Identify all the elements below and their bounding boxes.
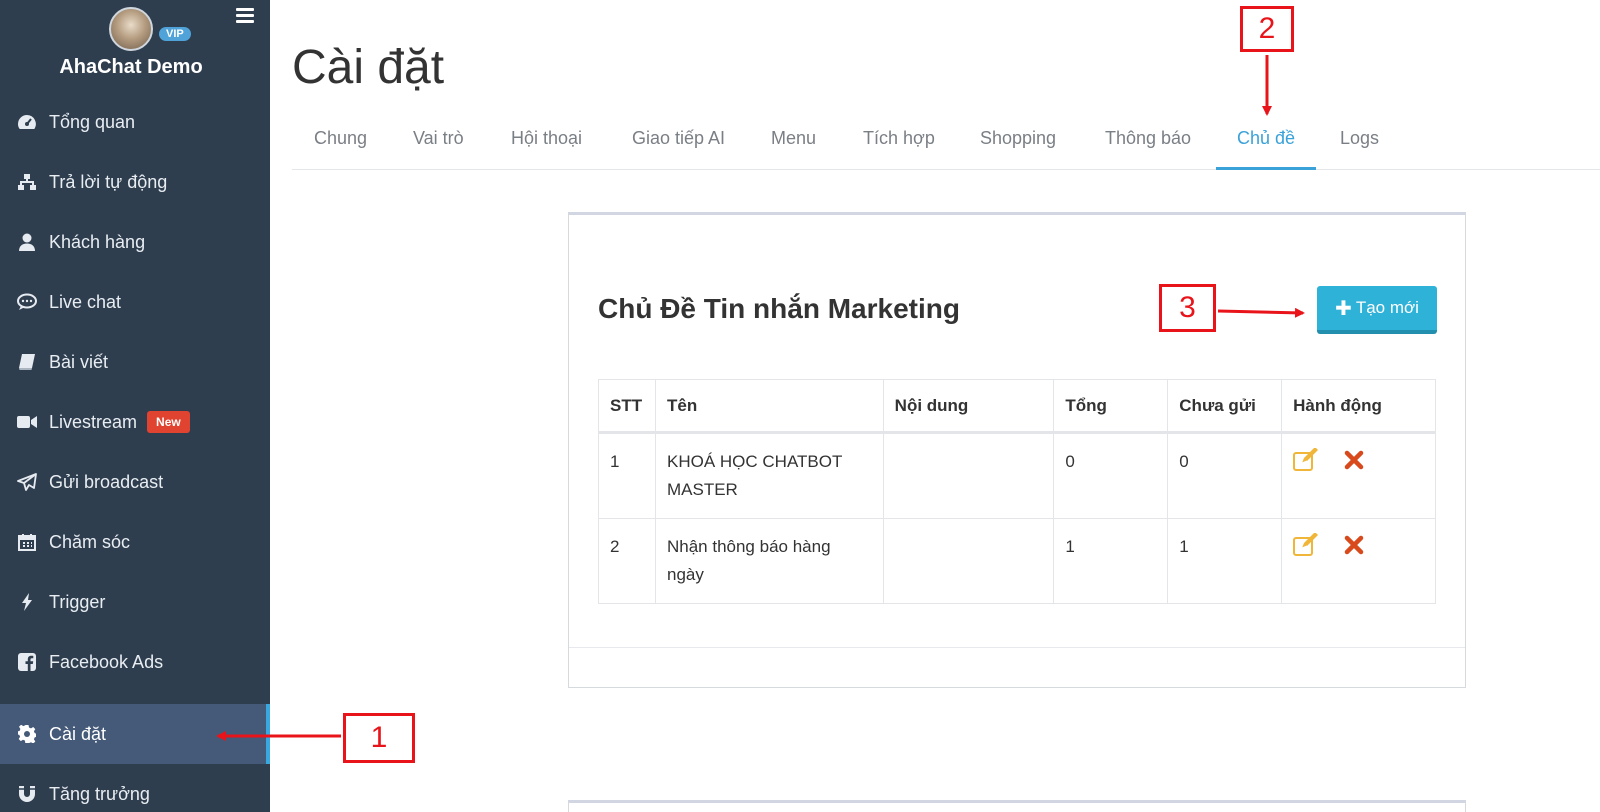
- active-tab-indicator: [1216, 167, 1316, 170]
- cell-name: Nhận thông báo hàng ngày: [654, 518, 884, 604]
- column-header: Tổng: [1053, 379, 1169, 434]
- cell-content: [882, 518, 1055, 604]
- sidebar-item-label: Bài viết: [49, 351, 109, 372]
- delete-icon[interactable]: [1344, 535, 1364, 564]
- cell-total: 1: [1053, 518, 1169, 604]
- dashboard-icon: [17, 112, 37, 132]
- annotation-step-1: 1: [343, 713, 415, 763]
- cell-stt: 2: [598, 518, 656, 604]
- tab-tich-hop[interactable]: Tích hợp: [863, 128, 935, 149]
- page-title: Cài đặt: [292, 41, 445, 94]
- gear-icon: [17, 724, 37, 744]
- create-new-button[interactable]: ✚ Tạo mới: [1317, 286, 1437, 334]
- tab-shopping[interactable]: Shopping: [980, 128, 1056, 149]
- sidebar-item-label: Livestream: [49, 411, 138, 432]
- tab-hoi-thoai[interactable]: Hội thoại: [511, 128, 582, 149]
- cell-name: KHOÁ HỌC CHATBOT MASTER: [654, 432, 884, 519]
- sidebar-item-label: Gửi broadcast: [49, 471, 164, 492]
- table-header-row: STT Tên Nội dung Tổng Chưa gửi Hành động: [598, 379, 1436, 434]
- settings-tabs: Chung Vai trò Hội thoại Giao tiếp AI Men…: [292, 118, 1600, 170]
- table-row: 2 Nhận thông báo hàng ngày 1 1: [598, 518, 1436, 604]
- tab-thong-bao[interactable]: Thông báo: [1105, 128, 1191, 149]
- tab-menu[interactable]: Menu: [771, 128, 816, 149]
- delete-icon[interactable]: [1344, 450, 1364, 479]
- sidebar-profile: VIP AhaChat Demo: [0, 0, 270, 92]
- sidebar-item-facebook-ads[interactable]: Facebook Ads: [0, 632, 270, 692]
- cell-unsent: 1: [1167, 518, 1283, 604]
- user-icon: [17, 232, 37, 252]
- cell-content: [882, 432, 1055, 519]
- sidebar-item-trigger[interactable]: Trigger: [0, 572, 270, 632]
- avatar[interactable]: [109, 7, 153, 51]
- create-new-label: Tạo mới: [1355, 298, 1419, 317]
- cell-unsent: 0: [1167, 432, 1283, 519]
- column-header: Tên: [654, 379, 884, 434]
- tab-vai-tro[interactable]: Vai trò: [413, 128, 464, 149]
- sidebar-item-label: Khách hàng: [49, 231, 146, 252]
- sidebar-item-cai-dat[interactable]: Cài đặt: [0, 704, 270, 764]
- sidebar-item-livestream[interactable]: Livestream New: [0, 392, 270, 452]
- lightning-icon: [17, 592, 37, 612]
- sidebar-item-label: Tổng quan: [49, 111, 136, 132]
- cell-actions: [1281, 432, 1436, 519]
- sidebar-item-label: Tăng trưởng: [49, 783, 150, 804]
- paper-plane-icon: [17, 472, 37, 492]
- cell-stt: 1: [598, 432, 656, 519]
- card-footer-divider: [569, 647, 1465, 648]
- sidebar-item-label: Trả lời tự động: [49, 171, 168, 192]
- sidebar-item-gui-broadcast[interactable]: Gửi broadcast: [0, 452, 270, 512]
- sitemap-icon: [17, 172, 37, 192]
- tab-chung[interactable]: Chung: [314, 128, 367, 149]
- column-header: Hành động: [1281, 379, 1436, 434]
- book-icon: [17, 352, 37, 372]
- card-title: Chủ Đề Tin nhắn Marketing: [598, 293, 960, 324]
- cell-total: 0: [1053, 432, 1169, 519]
- column-header: Chưa gửi: [1167, 379, 1283, 434]
- tab-giao-tiep-ai[interactable]: Giao tiếp AI: [632, 128, 725, 149]
- table-row: 1 KHOÁ HỌC CHATBOT MASTER 0 0: [598, 432, 1436, 519]
- brand-name: AhaChat Demo: [59, 56, 203, 78]
- annotation-step-2: 2: [1240, 6, 1294, 52]
- column-header: STT: [598, 379, 656, 434]
- sidebar-item-live-chat[interactable]: Live chat: [0, 272, 270, 332]
- sidebar-item-label: Live chat: [49, 291, 122, 312]
- sidebar-item-tra-loi-tu-dong[interactable]: Trả lời tự động: [0, 152, 270, 212]
- column-header: Nội dung: [882, 379, 1055, 434]
- sidebar-item-label: Chăm sóc: [49, 531, 131, 552]
- hamburger-menu-icon[interactable]: [236, 8, 254, 24]
- magnet-icon: [17, 784, 37, 804]
- plus-icon: ✚: [1335, 297, 1352, 320]
- tab-logs[interactable]: Logs: [1340, 128, 1379, 149]
- topics-card: Chủ Đề Tin nhắn Marketing ✚ Tạo mới STT …: [568, 212, 1466, 688]
- topics-table: STT Tên Nội dung Tổng Chưa gửi Hành động…: [598, 379, 1436, 604]
- sidebar-item-khach-hang[interactable]: Khách hàng: [0, 212, 270, 272]
- vip-badge: VIP: [159, 27, 191, 41]
- sidebar-item-tang-truong[interactable]: Tăng trưởng: [0, 764, 270, 812]
- sidebar-item-label: Facebook Ads: [49, 651, 164, 672]
- sidebar-item-cham-soc[interactable]: Chăm sóc: [0, 512, 270, 572]
- sidebar-item-bai-viet[interactable]: Bài viết: [0, 332, 270, 392]
- calendar-icon: [17, 532, 37, 552]
- sidebar-item-tong-quan[interactable]: Tổng quan: [0, 92, 270, 152]
- app-root: VIP AhaChat Demo Tổng quan Trả lời tự độ…: [0, 0, 1600, 812]
- sidebar: VIP AhaChat Demo Tổng quan Trả lời tự độ…: [0, 0, 270, 812]
- sidebar-item-label: Trigger: [49, 591, 106, 612]
- video-camera-icon: [17, 412, 37, 432]
- next-card-edge: [568, 800, 1466, 812]
- cell-actions: [1281, 518, 1436, 604]
- tab-chu-de[interactable]: Chủ đề: [1237, 128, 1295, 149]
- facebook-icon: [17, 652, 37, 672]
- edit-icon[interactable]: [1293, 447, 1321, 481]
- edit-icon[interactable]: [1293, 532, 1321, 566]
- new-badge: New: [147, 411, 190, 433]
- chat-bubble-icon: [17, 292, 37, 312]
- sidebar-item-label: Cài đặt: [49, 723, 107, 744]
- annotation-step-3: 3: [1159, 284, 1216, 332]
